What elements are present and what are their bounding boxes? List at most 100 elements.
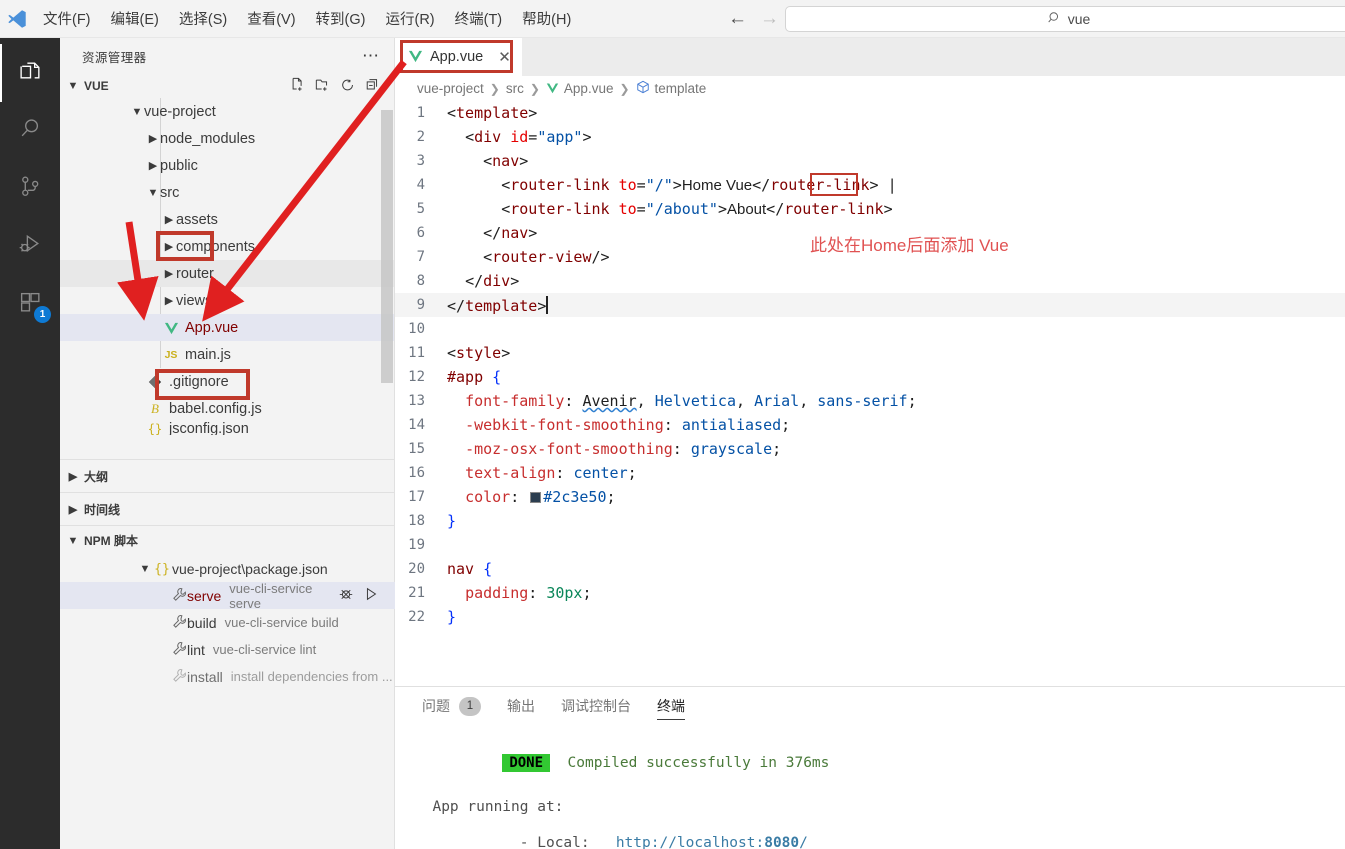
- activity-item-source-control[interactable]: [0, 160, 60, 218]
- section-timeline[interactable]: ▶ 时间线: [60, 493, 395, 525]
- section-outline[interactable]: ▶ 大纲: [60, 460, 395, 492]
- npm-script-serve[interactable]: serve vue-cli-service serve: [60, 582, 395, 609]
- breadcrumb-item-app-vue[interactable]: App.vue: [546, 81, 614, 97]
- npm-script-command: vue-cli-service lint: [213, 642, 316, 657]
- tab-label: App.vue: [430, 49, 483, 65]
- chevron-down-icon: ▼: [146, 187, 160, 199]
- editor-tab-app-vue[interactable]: App.vue ✕: [395, 38, 522, 76]
- tree-item-vue-project[interactable]: ▼ vue-project: [60, 98, 394, 125]
- ellipsis-icon[interactable]: ⋯: [362, 51, 380, 61]
- compile-message: Compiled successfully in 376ms: [568, 755, 830, 771]
- menu-select[interactable]: 选择(S): [170, 4, 236, 33]
- tree-item-src[interactable]: ▼ src: [60, 179, 394, 206]
- activity-item-extensions[interactable]: 1: [0, 276, 60, 334]
- wrench-icon: [172, 668, 187, 686]
- tree-item-babel-config[interactable]: B babel.config.js: [60, 395, 394, 422]
- breadcrumb-item-vue-project[interactable]: vue-project: [417, 81, 484, 96]
- tree-item-jsconfig-json[interactable]: {} jsconfig.json: [60, 422, 394, 435]
- local-url-suffix[interactable]: /: [799, 835, 808, 849]
- code-line-22: }: [447, 608, 456, 626]
- panel-tab-terminal[interactable]: 终端: [657, 687, 685, 725]
- line-number: 18: [395, 513, 447, 529]
- explorer-actions: [290, 77, 394, 96]
- menu-help[interactable]: 帮助(H): [513, 4, 580, 33]
- npm-script-install[interactable]: install install dependencies from ...: [60, 663, 395, 690]
- refresh-icon[interactable]: [340, 77, 356, 96]
- menu-edit[interactable]: 编辑(E): [102, 4, 168, 33]
- chevron-down-icon: ▼: [138, 563, 152, 575]
- files-icon: [18, 58, 43, 88]
- command-center-search[interactable]: vue: [785, 6, 1345, 32]
- tree-item-router[interactable]: ▶ router: [60, 260, 394, 287]
- activity-item-explorer[interactable]: [0, 44, 60, 102]
- chevron-down-icon: ▼: [66, 535, 80, 547]
- workspace-section-header[interactable]: ▼ VUE: [60, 74, 394, 98]
- line-number: 14: [395, 417, 447, 433]
- line-number: 20: [395, 561, 447, 577]
- close-icon[interactable]: ✕: [498, 48, 511, 66]
- tree-label: node_modules: [160, 131, 255, 147]
- menu-run[interactable]: 运行(R): [376, 4, 443, 33]
- line-number: 15: [395, 441, 447, 457]
- arrow-right-icon[interactable]: →: [760, 9, 779, 28]
- line-number: 13: [395, 393, 447, 409]
- sidebar-scrollbar[interactable]: [381, 110, 393, 383]
- chevron-right-icon: ▶: [66, 470, 80, 483]
- tree-item-assets[interactable]: ▶ assets: [60, 206, 394, 233]
- local-port[interactable]: 8080: [764, 835, 799, 849]
- tree-label: views: [176, 293, 212, 309]
- npm-script-actions: [338, 586, 395, 605]
- local-url-prefix[interactable]: http://localhost:: [616, 835, 764, 849]
- breadcrumb-item-src[interactable]: src: [506, 81, 524, 96]
- debug-icon[interactable]: [338, 586, 354, 605]
- vue-icon: [408, 48, 423, 67]
- section-npm-scripts[interactable]: ▼ NPM 脚本: [60, 526, 395, 555]
- navigation-arrows: ← →: [728, 9, 779, 28]
- line-number: 12: [395, 369, 447, 385]
- workspace-label: VUE: [84, 79, 109, 93]
- tree-label: App.vue: [185, 320, 238, 336]
- new-file-icon[interactable]: [290, 77, 306, 96]
- run-icon[interactable]: [363, 586, 379, 605]
- menu-view[interactable]: 查看(V): [238, 4, 304, 33]
- breadcrumb-item-template[interactable]: template: [636, 80, 707, 97]
- tree-item-node_modules[interactable]: ▶ node_modules: [60, 125, 394, 152]
- editor-area: App.vue ✕ vue-project ❯ src ❯ App.vue ❯: [395, 38, 1345, 849]
- tree-label: babel.config.js: [169, 401, 262, 417]
- arrow-left-icon[interactable]: ←: [728, 9, 747, 28]
- tree-item-public[interactable]: ▶ public: [60, 152, 394, 179]
- panel-tab-output[interactable]: 输出: [507, 687, 535, 725]
- npm-script-build[interactable]: build vue-cli-service build: [60, 609, 395, 636]
- panel-tab-debug-console[interactable]: 调试控制台: [561, 687, 631, 725]
- activity-item-search[interactable]: [0, 102, 60, 160]
- tree-item-app-vue[interactable]: App.vue: [60, 314, 394, 341]
- code-editor[interactable]: 此处在Home后面添加 Vue 1<template> 2 <div id="a…: [395, 101, 1345, 686]
- tree-label: assets: [176, 212, 218, 228]
- tree-item-main-js[interactable]: JS main.js: [60, 341, 394, 368]
- new-folder-icon[interactable]: [315, 77, 331, 96]
- npm-script-lint[interactable]: lint vue-cli-service lint: [60, 636, 395, 663]
- tree-label: vue-project: [144, 104, 216, 120]
- activity-item-run-and-debug[interactable]: [0, 218, 60, 276]
- line-number: 7: [395, 249, 447, 265]
- menu-file[interactable]: 文件(F): [34, 4, 100, 33]
- menu-go[interactable]: 转到(G): [307, 4, 375, 33]
- npm-package-row[interactable]: ▼ {} vue-project\package.json: [60, 555, 395, 582]
- code-line-2: <div id="app">: [447, 128, 592, 146]
- code-line-12: #app {: [447, 368, 501, 386]
- search-icon: [18, 116, 43, 146]
- collapse-all-icon[interactable]: [365, 77, 381, 96]
- tree-item-components[interactable]: ▶ components: [60, 233, 394, 260]
- code-line-14: -webkit-font-smoothing: antialiased;: [447, 416, 790, 434]
- chevron-right-icon: ❯: [490, 82, 500, 96]
- terminal-output[interactable]: DONE Compiled successfully in 376ms App …: [395, 725, 1345, 849]
- breadcrumb-label: template: [655, 81, 707, 96]
- vscode-window: 文件(F) 编辑(E) 选择(S) 查看(V) 转到(G) 运行(R) 终端(T…: [0, 0, 1345, 849]
- menu-terminal[interactable]: 终端(T): [446, 4, 512, 33]
- tree-item-views[interactable]: ▶ views: [60, 287, 394, 314]
- chevron-right-icon: ▶: [66, 503, 80, 516]
- line-number: 4: [395, 177, 447, 193]
- panel-tab-problems[interactable]: 问题 1: [422, 687, 481, 725]
- problems-count-badge: 1: [459, 697, 481, 716]
- line-number: 16: [395, 465, 447, 481]
